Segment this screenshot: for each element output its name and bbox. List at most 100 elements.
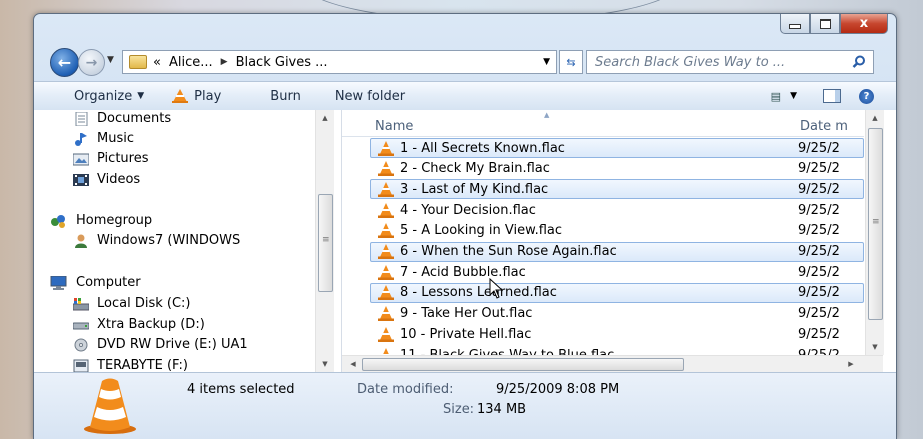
address-dropdown-icon[interactable]: ▼: [543, 57, 550, 67]
nav-item-computer[interactable]: Computer: [50, 275, 141, 290]
nav-item-dvd-drive[interactable]: DVD RW Drive (E:) UA1: [73, 337, 248, 352]
file-name: 10 - Private Hell.flac: [400, 326, 532, 342]
nav-item-label: Local Disk (C:): [97, 296, 191, 311]
views-icon[interactable]: ▤: [771, 90, 781, 103]
file-date-modified: 9/25/2: [798, 223, 840, 239]
nav-item-music[interactable]: Music: [73, 131, 134, 146]
file-row[interactable]: 6 - When the Sun Rose Again.flac 9/25/2: [370, 241, 864, 262]
nav-item-label: Documents: [97, 111, 172, 126]
nav-item-local-disk[interactable]: Local Disk (C:): [73, 296, 190, 311]
new-folder-label: New folder: [334, 88, 406, 104]
sort-ascending-icon: ▲: [544, 111, 550, 119]
scroll-up-icon[interactable]: ▲: [316, 110, 334, 126]
file-row[interactable]: 5 - A Looking in View.flac 9/25/2: [370, 221, 864, 241]
file-name: 6 - When the Sun Rose Again.flac: [400, 244, 617, 259]
toolbar-right: ▤ ▼ ?: [771, 82, 896, 110]
file-row[interactable]: 1 - All Secrets Known.flac 9/25/2: [370, 138, 864, 158]
nav-item-homegroup[interactable]: Homegroup: [50, 213, 152, 228]
search-box[interactable]: Search Black Gives Way to ...: [586, 50, 874, 74]
size-value: 134 MB: [477, 402, 527, 417]
column-name[interactable]: Name: [375, 119, 413, 134]
close-button[interactable]: x: [840, 14, 888, 34]
vlc-cone-icon: [378, 161, 394, 177]
file-date-modified: 9/25/2: [798, 285, 840, 301]
scroll-up-icon[interactable]: ▲: [866, 110, 884, 126]
scrollbar-thumb[interactable]: ≡: [318, 194, 333, 292]
preview-pane-icon[interactable]: [823, 89, 841, 103]
views-dropdown-icon[interactable]: ▼: [790, 91, 797, 101]
date-modified-label: Date modified:: [357, 382, 454, 397]
back-button[interactable]: ←: [50, 48, 79, 77]
nav-item-label: Computer: [76, 275, 141, 290]
file-row[interactable]: 9 - Take Her Out.flac 9/25/2: [370, 304, 864, 324]
nav-item-label: Pictures: [97, 151, 149, 166]
vlc-cone-icon: [378, 244, 394, 259]
scrollbar-thumb[interactable]: ≡: [868, 128, 883, 320]
breadcrumb-overflow[interactable]: «: [153, 55, 161, 70]
file-date-modified: 9/25/2: [798, 181, 840, 197]
column-header-row: ▲ Name Date m: [342, 110, 864, 137]
file-date-modified: 9/25/2: [798, 306, 840, 322]
file-list-scrollbar[interactable]: ▲ ≡ ▼: [865, 110, 884, 355]
help-icon[interactable]: ?: [859, 88, 874, 104]
refresh-button[interactable]: ⇆: [559, 50, 583, 74]
file-row[interactable]: 7 - Acid Bubble.flac 9/25/2: [370, 262, 864, 282]
nav-item-documents[interactable]: Documents: [73, 111, 171, 126]
file-row[interactable]: 3 - Last of My Kind.flac 9/25/2: [370, 179, 864, 200]
play-button[interactable]: Play: [172, 89, 221, 104]
horizontal-scrollbar[interactable]: ◀ ▶: [342, 355, 883, 372]
organize-menu[interactable]: Organize ▼: [74, 89, 144, 104]
file-list-pane: ▲ Name Date m 1 - All Secrets Known.flac…: [342, 110, 896, 372]
documents-icon: [75, 111, 88, 126]
chevron-down-icon: ▼: [107, 55, 114, 65]
file-date-modified: 9/25/2: [798, 244, 840, 259]
scroll-down-icon[interactable]: ▼: [316, 356, 334, 372]
scroll-down-icon[interactable]: ▼: [866, 339, 884, 355]
scroll-right-icon[interactable]: ▶: [842, 356, 860, 372]
address-bar[interactable]: « Alice... ▶ Black Gives ... ▼: [122, 50, 557, 74]
arrow-left-icon: ←: [57, 53, 72, 72]
file-row[interactable]: 8 - Lessons Learned.flac 9/25/2: [370, 282, 864, 303]
maximize-icon: [819, 18, 831, 29]
maximize-button[interactable]: [810, 14, 840, 34]
breadcrumb-black-gives[interactable]: Black Gives ...: [236, 55, 328, 70]
column-date-modified[interactable]: Date m: [800, 119, 848, 134]
explorer-window: x ← → ▼ « Alice... ▶ Black Gives ... ▼ ⇆…: [33, 13, 897, 439]
search-icon[interactable]: [851, 54, 867, 70]
homegroup-icon: [51, 214, 65, 228]
nav-item-windows7[interactable]: Windows7 (WINDOWS: [73, 233, 240, 248]
mouse-cursor-icon: [489, 278, 504, 299]
vlc-cone-icon: [378, 223, 394, 239]
local-disk-icon: [73, 297, 89, 310]
file-row[interactable]: 10 - Private Hell.flac 9/25/2: [370, 324, 864, 344]
nav-item-xtra-backup[interactable]: Xtra Backup (D:): [73, 317, 205, 332]
file-row[interactable]: 2 - Check My Brain.flac 9/25/2: [370, 159, 864, 179]
forward-button[interactable]: →: [78, 49, 105, 76]
scroll-left-icon[interactable]: ◀: [344, 356, 362, 372]
file-name: 5 - A Looking in View.flac: [400, 223, 563, 239]
file-name: 8 - Lessons Learned.flac: [400, 285, 557, 301]
chevron-right-icon[interactable]: ▶: [221, 57, 228, 67]
file-date-modified: 9/25/2: [798, 161, 840, 177]
burn-button[interactable]: Burn: [270, 89, 301, 104]
vlc-cone-icon: [84, 378, 136, 434]
scrollbar-thumb[interactable]: [362, 358, 684, 371]
vlc-cone-icon: [378, 202, 394, 218]
nav-item-videos[interactable]: Videos: [73, 172, 140, 187]
vlc-cone-icon: [378, 285, 394, 301]
file-row[interactable]: 4 - Your Decision.flac 9/25/2: [370, 200, 864, 220]
search-input[interactable]: Search Black Gives Way to ...: [587, 55, 851, 70]
file-name: 4 - Your Decision.flac: [400, 202, 536, 218]
breadcrumb-alice[interactable]: Alice...: [169, 55, 213, 70]
nav-pane-scrollbar[interactable]: ▲ ≡ ▼: [315, 110, 334, 372]
vlc-cone-icon: [378, 326, 394, 342]
file-name: 7 - Acid Bubble.flac: [400, 264, 526, 280]
vlc-cone-icon: [378, 140, 394, 156]
nav-item-label: Homegroup: [76, 213, 153, 228]
new-folder-button[interactable]: New folder: [335, 89, 405, 104]
nav-item-terabyte[interactable]: TERABYTE (F:): [73, 358, 188, 372]
nav-item-pictures[interactable]: Pictures: [73, 151, 148, 166]
recent-pages-dropdown[interactable]: ▼: [107, 55, 114, 65]
minimize-button[interactable]: [780, 14, 810, 34]
navigation-pane: Documents Music Pictures Videos Homegrou…: [34, 110, 342, 372]
